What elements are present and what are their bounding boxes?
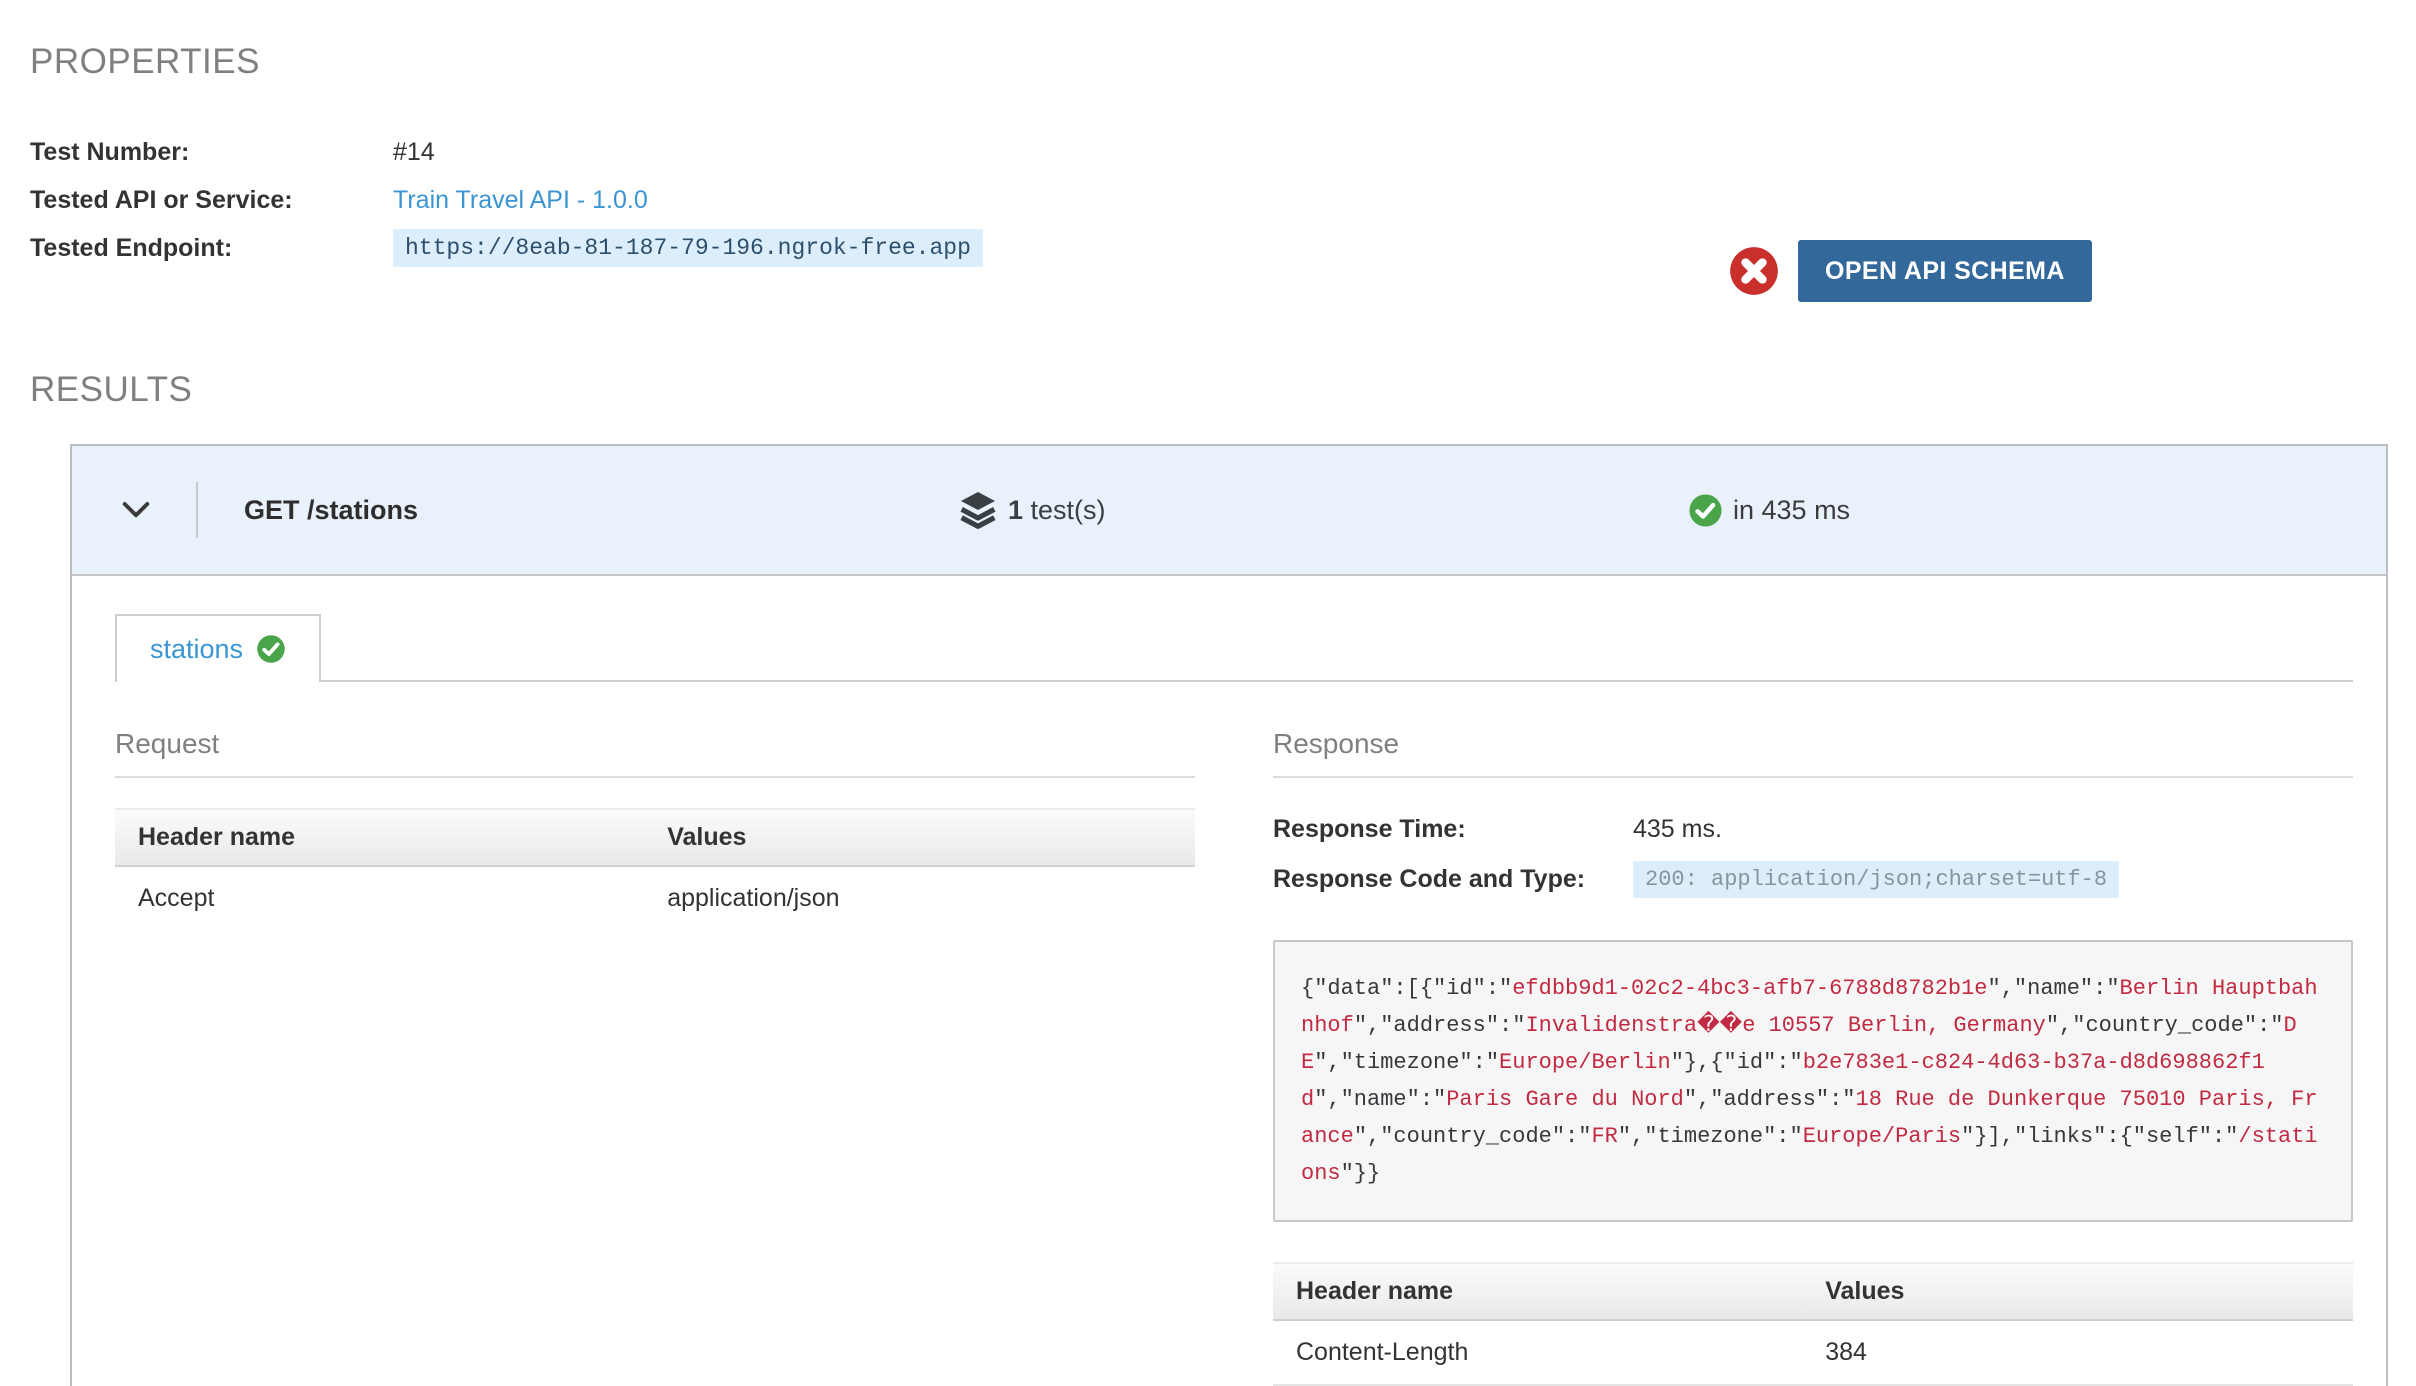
column-header: Header name [1273,1263,1802,1320]
header-divider [196,482,198,538]
json-plain-segment: ","country_code":" [1354,1124,1592,1149]
result-panel-header[interactable]: GET /stations 1 test(s) [72,446,2386,576]
method-path-label: GET /stations [244,495,418,526]
response-code-chip: 200: application/json;charset=utf-8 [1633,861,2119,898]
tab-stations[interactable]: stations [115,614,321,682]
check-circle-icon [256,634,286,664]
json-plain-segment: ","address":" [1354,1013,1526,1038]
properties-section: Test Number: #14 Tested API or Service: … [30,128,2388,272]
response-code-label: Response Code and Type: [1273,865,1633,894]
response-time-value: 435 ms. [1633,815,1722,844]
property-label: Tested API or Service: [30,186,393,215]
table-header-row: Header nameValues [1273,1263,2353,1320]
x-circle-icon [1728,245,1780,297]
response-headers-wrap: Header nameValuesContent-Length384DateTh… [1273,1262,2353,1386]
json-plain-segment: ","country_code":" [2046,1013,2284,1038]
chevron-down-icon[interactable] [118,492,154,528]
response-code-row: Response Code and Type: 200: application… [1273,854,2353,904]
tab-label: stations [150,634,243,665]
table-cell: Content-Length [1273,1320,1802,1385]
request-heading: Request [115,728,1195,778]
table-cell: 384 [1802,1320,2353,1385]
response-meta: Response Time: 435 ms. Response Code and… [1273,804,2353,904]
json-plain-segment: "},{"id":" [1671,1050,1803,1075]
report-page: PROPERTIES Test Number: #14 Tested API o… [0,0,2416,1386]
table-row: Content-Length384 [1273,1320,2353,1385]
tab-bar: stations [115,614,2353,682]
response-body-json: {"data":[{"id":"efdbb9d1-02c2-4bc3-afb7-… [1273,940,2353,1222]
duration-group: in 435 ms [1688,493,1850,528]
response-column: Response Response Time: 435 ms. Response… [1273,728,2353,1386]
response-time-row: Response Time: 435 ms. [1273,804,2353,854]
json-plain-segment: "}} [1341,1161,1381,1186]
response-headers-table: Header nameValuesContent-Length384DateTh… [1273,1262,2353,1386]
tests-count-text: 1 test(s) [1008,495,1106,526]
response-time-label: Response Time: [1273,815,1633,844]
property-label: Tested Endpoint: [30,234,393,263]
request-column: Request Header nameValuesAcceptapplicati… [115,728,1195,1386]
result-panel-body: stations Request Header nameValuesAccept… [72,576,2386,1386]
property-row-tested-api: Tested API or Service: Train Travel API … [30,176,2388,224]
json-plain-segment: ","timezone":" [1314,1050,1499,1075]
tests-count-group: 1 test(s) [958,490,1106,530]
check-circle-icon [1688,493,1723,528]
json-plain-segment: {"data":[{"id":" [1301,976,1512,1001]
table-row: Acceptapplication/json [115,866,1195,930]
tested-endpoint-chip: https://8eab-81-187-79-196.ngrok-free.ap… [393,229,983,267]
tests-count-number: 1 [1008,495,1023,525]
results-title: RESULTS [30,370,2388,410]
tested-api-link[interactable]: Train Travel API - 1.0.0 [393,186,648,215]
top-actions: OPEN API SCHEMA [1728,240,2092,302]
tests-count-suffix: test(s) [1023,495,1106,525]
json-string-segment: Invalidenstra��e 10557 Berlin, Germany [1525,1013,2045,1038]
json-plain-segment: ","name":" [1988,976,2120,1001]
json-string-segment: efdbb9d1-02c2-4bc3-afb7-6788d8782b1e [1512,976,1987,1001]
json-plain-segment: "}],"links":{"self":" [1961,1124,2238,1149]
duration-label: in 435 ms [1733,495,1850,526]
properties-title: PROPERTIES [30,42,2388,82]
property-row-test-number: Test Number: #14 [30,128,2388,176]
json-string-segment: Europe/Paris [1803,1124,1961,1149]
column-header: Header name [115,809,644,866]
json-plain-segment: ","timezone":" [1618,1124,1803,1149]
table-header-row: Header nameValues [115,809,1195,866]
request-response-columns: Request Header nameValuesAcceptapplicati… [115,728,2353,1386]
response-heading: Response [1273,728,2353,778]
column-header: Values [1802,1263,2353,1320]
test-number-value: #14 [393,138,435,167]
json-string-segment: Paris Gare du Nord [1446,1087,1684,1112]
json-string-segment: FR [1591,1124,1617,1149]
table-cell: application/json [644,866,1195,930]
request-headers-table: Header nameValuesAcceptapplication/json [115,808,1195,930]
property-label: Test Number: [30,138,393,167]
layers-icon [958,490,998,530]
json-string-segment: Europe/Berlin [1499,1050,1671,1075]
open-api-schema-button[interactable]: OPEN API SCHEMA [1798,240,2092,302]
json-plain-segment: ","address":" [1684,1087,1856,1112]
json-plain-segment: ","name":" [1314,1087,1446,1112]
table-cell: Accept [115,866,644,930]
column-header: Values [644,809,1195,866]
result-panel: GET /stations 1 test(s) [70,444,2388,1386]
